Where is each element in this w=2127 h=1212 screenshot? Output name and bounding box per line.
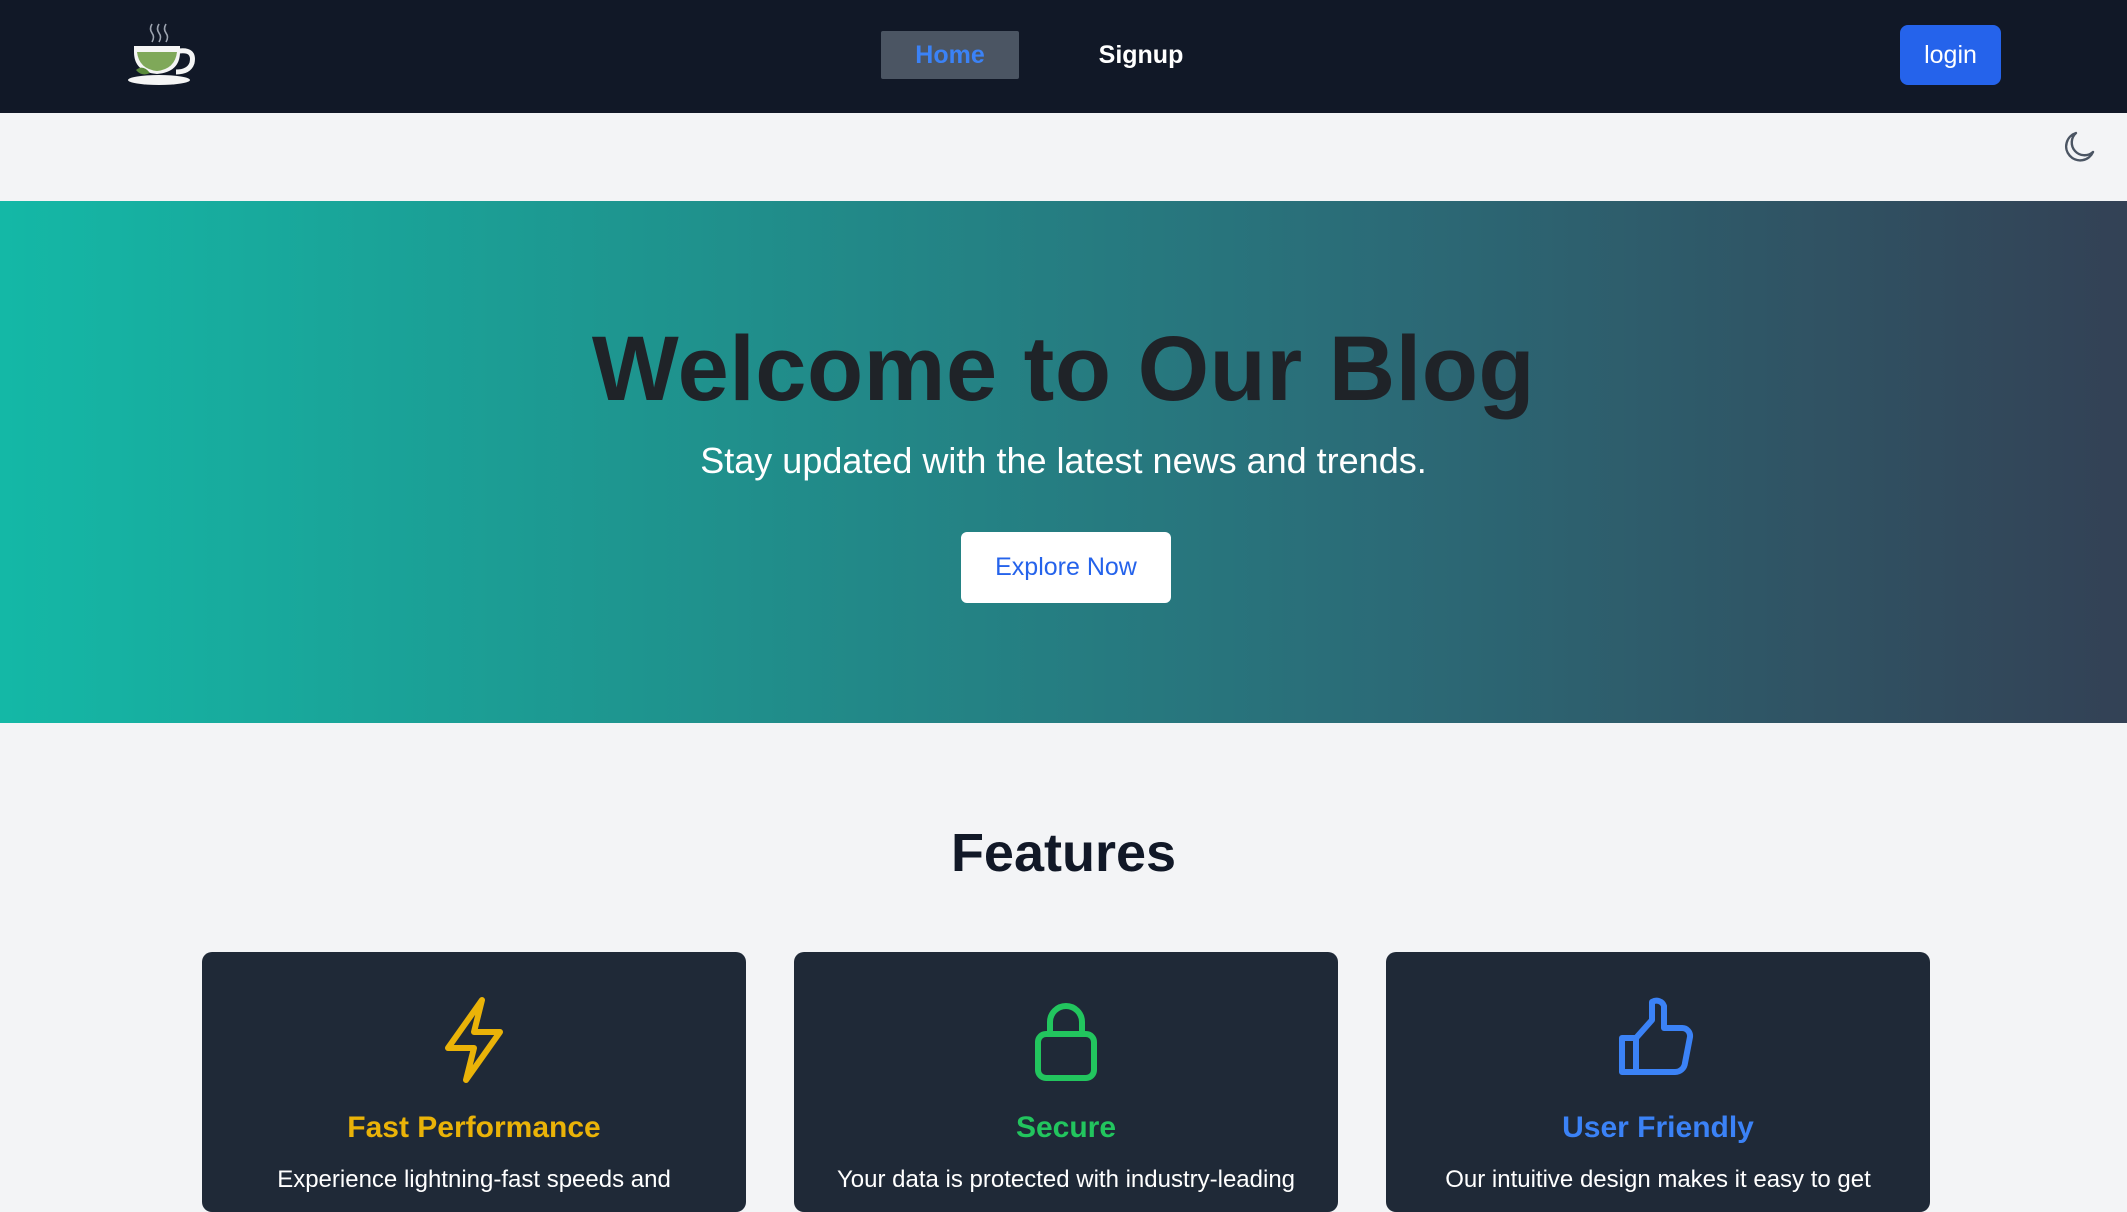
theme-toggle-bar <box>0 113 2127 201</box>
feature-card-text: Experience lightning-fast speeds and <box>277 1166 671 1193</box>
hero-subtitle: Stay updated with the latest news and tr… <box>700 440 1427 481</box>
top-navbar: Home Signup login <box>0 0 2127 113</box>
nav-signup-link[interactable]: Signup <box>1080 31 1202 79</box>
nav-home-link[interactable]: Home <box>881 31 1019 79</box>
feature-card-text: Our intuitive design makes it easy to ge… <box>1445 1166 1871 1193</box>
feature-card-fast-performance: Fast Performance Experience lightning-fa… <box>202 952 746 1212</box>
feature-card-title: Fast Performance <box>347 1111 601 1144</box>
feature-card-secure: Secure Your data is protected with indus… <box>794 952 1338 1212</box>
feature-card-text: Your data is protected with industry-lea… <box>836 1166 1296 1193</box>
lightning-bolt-icon <box>445 997 503 1083</box>
feature-card-title: User Friendly <box>1562 1111 1754 1144</box>
hero-title: Welcome to Our Blog <box>591 318 1536 420</box>
lock-icon <box>1035 1003 1097 1081</box>
feature-card-title: Secure <box>1015 1111 1117 1144</box>
thumbs-up-icon <box>1619 997 1694 1076</box>
explore-now-button[interactable]: Explore Now <box>961 532 1171 603</box>
tea-cup-icon[interactable] <box>128 22 200 88</box>
features-heading: Features <box>950 823 1177 883</box>
login-button[interactable]: login <box>1900 25 2001 85</box>
feature-card-user-friendly: User Friendly Our intuitive design makes… <box>1386 952 1930 1212</box>
moon-icon[interactable] <box>2062 130 2096 164</box>
